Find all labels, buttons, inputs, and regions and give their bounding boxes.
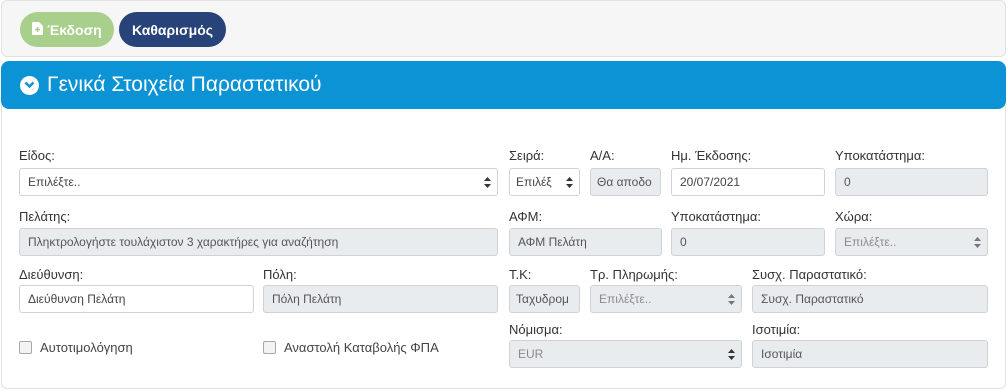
- afm-input[interactable]: ΑΦΜ Πελάτη: [509, 228, 662, 256]
- vat-suspension-label: Αναστολή Καταβολής ΦΠΑ: [284, 340, 439, 355]
- branch-field-value: 0: [844, 175, 851, 189]
- city-input[interactable]: Πόλη Πελάτη: [263, 285, 498, 313]
- customer-label: Πελάτης:: [19, 209, 71, 224]
- clear-button-label: Καθαρισμός: [131, 21, 214, 38]
- address-label: Διεύθυνση:: [19, 267, 84, 282]
- aa-field-value: Θα αποδο: [597, 175, 652, 189]
- zip-placeholder: Ταχυδρομ: [516, 292, 569, 306]
- type-label: Είδος:: [19, 148, 55, 163]
- series-label: Σειρά:: [509, 148, 545, 163]
- issue-button-label: Έκδοση: [47, 21, 102, 38]
- address-input[interactable]: Διεύθυνση Πελάτη: [19, 285, 254, 313]
- currency-select[interactable]: EUR: [509, 340, 742, 368]
- currency-label: Νόμισμα:: [509, 322, 563, 337]
- self-invoice-checkbox-row[interactable]: Αυτοτιμολόγηση: [19, 340, 133, 355]
- series-select-value: Επιλέξ: [516, 175, 552, 189]
- country-select[interactable]: Επιλέξτε..: [835, 228, 988, 256]
- afm-label: ΑΦΜ:: [509, 209, 543, 224]
- self-invoice-checkbox[interactable]: [19, 341, 32, 354]
- customer-search-placeholder: Πληκτρολογήστε τουλάχιστον 3 χαρακτήρες …: [28, 235, 339, 249]
- sort-arrows-icon: [484, 177, 491, 188]
- clear-button[interactable]: Καθαρισμός: [119, 12, 226, 47]
- related-label: Συσχ. Παραστατικό:: [752, 267, 867, 282]
- parity-input[interactable]: Ισοτιμία: [752, 340, 988, 368]
- payment-select-value: Επιλέξτε..: [599, 292, 652, 306]
- panel-header[interactable]: Γενικά Στοιχεία Παραστατικού: [1, 61, 1006, 109]
- aa-label: Α/Α:: [590, 148, 615, 163]
- sort-arrows-icon: [566, 177, 573, 188]
- zip-input[interactable]: Ταχυδρομ: [509, 285, 580, 313]
- related-input[interactable]: Συσχ. Παραστατικό: [752, 285, 988, 313]
- customer-branch-field: 0: [671, 228, 825, 256]
- city-placeholder: Πόλη Πελάτη: [272, 292, 342, 306]
- parity-label: Ισοτιμία:: [752, 322, 801, 337]
- file-plus-icon: [32, 21, 44, 38]
- customer-branch-label: Υποκατάστημα:: [671, 209, 762, 224]
- vat-suspension-checkbox-row[interactable]: Αναστολή Καταβολής ΦΠΑ: [263, 340, 439, 355]
- issue-button[interactable]: Έκδοση: [20, 12, 114, 47]
- type-select[interactable]: Επιλέξτε..: [19, 168, 498, 196]
- zip-label: Τ.Κ:: [509, 267, 532, 282]
- sort-arrows-icon: [974, 237, 981, 248]
- issue-date-label: Ημ. Έκδοσης:: [671, 148, 752, 163]
- self-invoice-label: Αυτοτιμολόγηση: [40, 340, 133, 355]
- chevron-circle-down-icon: [20, 75, 39, 95]
- customer-branch-value: 0: [680, 235, 687, 249]
- vat-suspension-checkbox[interactable]: [263, 341, 276, 354]
- panel-title: Γενικά Στοιχεία Παραστατικού: [47, 73, 322, 96]
- type-select-value: Επιλέξτε..: [28, 175, 81, 189]
- issue-date-input[interactable]: 20/07/2021: [671, 168, 825, 196]
- series-select[interactable]: Επιλέξ: [509, 168, 580, 196]
- related-placeholder: Συσχ. Παραστατικό: [761, 292, 864, 306]
- aa-field: Θα αποδο: [590, 168, 661, 196]
- branch-label: Υποκατάστημα:: [835, 148, 926, 163]
- afm-placeholder: ΑΦΜ Πελάτη: [518, 235, 587, 249]
- issue-date-value: 20/07/2021: [680, 175, 741, 189]
- toolbar: Έκδοση Καθαρισμός: [1, 0, 1006, 57]
- branch-field: 0: [835, 168, 988, 196]
- city-label: Πόλη:: [263, 267, 297, 282]
- sort-arrows-icon: [728, 349, 735, 360]
- customer-search-input[interactable]: Πληκτρολογήστε τουλάχιστον 3 χαρακτήρες …: [19, 228, 498, 256]
- sort-arrows-icon: [728, 294, 735, 305]
- address-placeholder: Διεύθυνση Πελάτη: [28, 292, 126, 306]
- payment-label: Τρ. Πληρωμής:: [590, 267, 678, 282]
- payment-select[interactable]: Επιλέξτε..: [590, 285, 742, 313]
- country-label: Χώρα:: [835, 209, 873, 224]
- parity-placeholder: Ισοτιμία: [761, 347, 803, 361]
- currency-select-value: EUR: [518, 347, 544, 361]
- country-select-value: Επιλέξτε..: [844, 235, 897, 249]
